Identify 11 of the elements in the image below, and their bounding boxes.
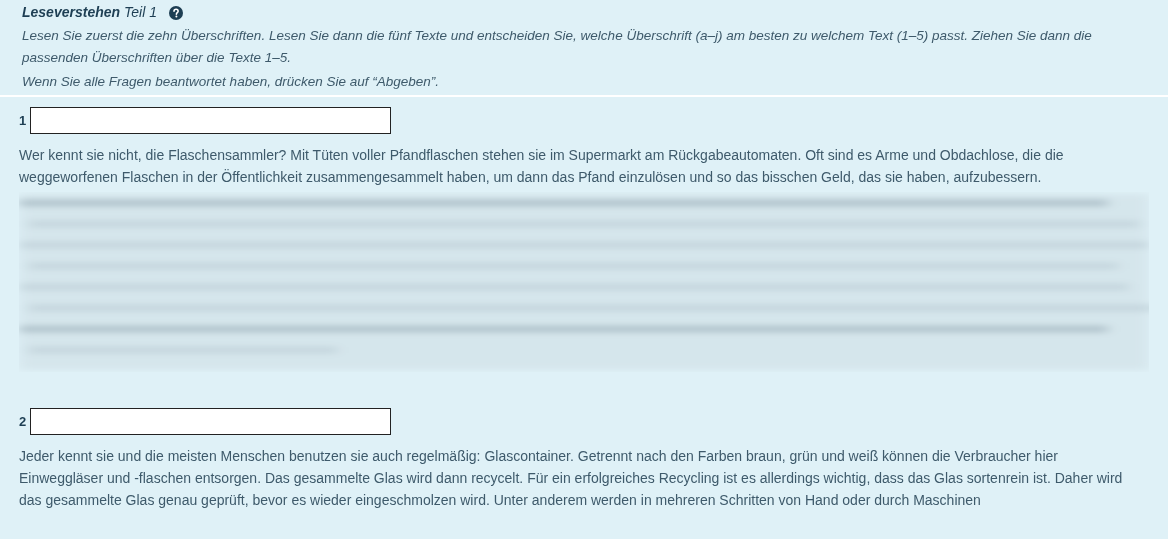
section-subtitle: Teil 1 [124, 3, 157, 22]
instruction-text: Lesen Sie zuerst die zehn Überschriften. Lesen Sie dann die fünf Texte und entscheiden Sie, welche Überschrift (a–j) am besten zu welchem Text (1–5) passt. Ziehen Sie dann die passenden Überschriften über die Texte 1–5. [22, 27, 1093, 67]
help-icon[interactable] [169, 5, 183, 20]
reading-text: Jeder kennt sie und die meisten Menschen benutzen sie auch regelmäßig: Glascontainer. Getrennt nach den Farben braun, grün und weiß können die Verbraucher hier Einweggläser und -flaschen entsorgen. Das gesammelte Glas wird dann recycelt. Für ein erfolgreiches Recycling ist es allerdings wichtig, dass das Glas sortenrein ist. Daher wird das gesammelte Glas genau geprüft, bevor es wieder eingeschmolzen wird. Unter anderem werden in mehreren Schritten von Hand oder durch Maschinen [19, 447, 1124, 510]
instruction-text: Wenn Sie alle Fragen beantwortet haben, drücken Sie auf “Abgeben”. [22, 73, 441, 91]
answer-drop-field[interactable] [30, 107, 392, 134]
answer-drop-field[interactable] [30, 408, 392, 435]
question-number: 1 [19, 111, 27, 130]
section-title: Leseverstehen [22, 3, 121, 22]
question-number: 2 [19, 412, 27, 431]
reading-text: Wer kennt sie nicht, die Flaschensammler? Mit Tüten voller Pfandflaschen stehen sie im Supermarkt am Rückgabeautomaten. Oft sind es Arme und Obdachlose, die die weggeworfenen Flaschen in der Öffentlichkeit zusammengesammelt haben, um dann das Pfand einzulösen und so das bisschen Geld, das sie haben, aufzubessern. [19, 146, 1065, 187]
